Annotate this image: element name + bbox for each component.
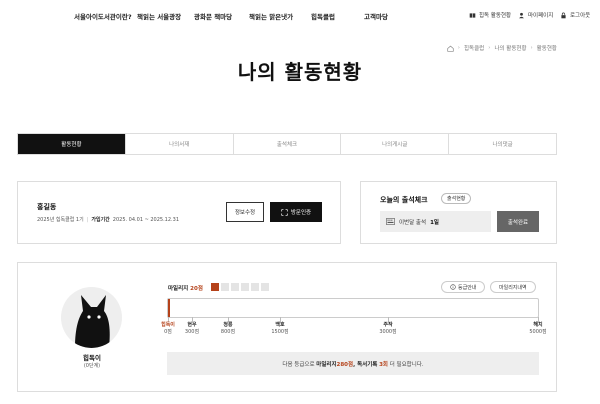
- grade-info-label: 등급안내: [458, 284, 477, 291]
- book-icon: [469, 12, 476, 18]
- stage-name: 현우: [187, 322, 197, 328]
- note-mileage-value: 280점: [336, 361, 354, 368]
- attendance-title: 오늘의 출석체크: [380, 196, 428, 204]
- info-icon: [450, 284, 456, 290]
- breadcrumb: › 힙독클럽 › 나의 활동현황 › 활동현황: [447, 44, 557, 52]
- stage-label: 청룡 800점: [208, 322, 248, 336]
- avatar: [61, 287, 122, 348]
- nav-menu-customer[interactable]: 고객마당: [364, 11, 388, 21]
- stage-name: 청룡: [223, 322, 233, 328]
- mileage-block: [251, 283, 259, 291]
- note-suffix: 더 필요합니다.: [389, 361, 424, 368]
- util-logout-link[interactable]: 로그아웃: [560, 11, 590, 19]
- stage-name: 주작: [383, 322, 393, 328]
- visit-verify-label: 방문인증: [290, 210, 312, 216]
- visit-verify-button[interactable]: 방문인증: [270, 202, 322, 222]
- note-prefix: 다음 등급으로: [282, 361, 315, 368]
- stage-label: 백호 1500점: [260, 322, 300, 336]
- breadcrumb-item[interactable]: 활동현황: [537, 44, 557, 52]
- nav-menu-hipdok[interactable]: 힙독클럽: [311, 11, 335, 21]
- stage-points: 1500점: [271, 329, 289, 335]
- stage-label: 해치 5000점: [518, 322, 558, 336]
- keyboard-icon: [386, 218, 395, 225]
- breadcrumb-separator-icon: ›: [530, 45, 533, 51]
- level-stage: (0단계): [83, 363, 101, 369]
- level-progress-fill: [168, 299, 171, 317]
- nav-menu-about[interactable]: 서울아이도서관이란?: [74, 11, 132, 21]
- stage-label: 주작 3000점: [368, 322, 408, 336]
- divider: |: [86, 216, 89, 223]
- profile-card: 홍길동 2025년 힙독클럽 1기 | 가입기간 2025. 04.01 ~ 2…: [17, 181, 341, 244]
- nav-menu-gwanghwamun[interactable]: 광화문 책마당: [194, 11, 232, 21]
- edit-info-button[interactable]: 정보수정: [226, 202, 264, 222]
- profile-period-label: 가입기간: [91, 217, 110, 223]
- stage-points: 800점: [220, 329, 236, 335]
- nav-menu-seoul-plaza[interactable]: 책읽는 서울광장: [137, 11, 181, 21]
- level-name: 힙독이: [83, 354, 101, 362]
- home-icon[interactable]: [447, 45, 454, 52]
- mileage-block: [221, 283, 229, 291]
- attendance-count-value: 1일: [430, 219, 439, 226]
- breadcrumb-item[interactable]: 나의 활동현황: [494, 44, 526, 52]
- mileage-history-button[interactable]: 마일리지내역: [490, 281, 536, 293]
- util-logout-label: 로그아웃: [570, 13, 591, 19]
- util-hipdok-link[interactable]: 힙독 활동현황: [469, 11, 511, 19]
- mileage-summary: 마일리지 20점: [168, 284, 203, 292]
- attendance-card: 오늘의 출석체크 출석현황 이번달 출석 1일 출석완료: [360, 181, 557, 244]
- top-navigation: 서울아이도서관이란? 책읽는 서울광장 광화문 책마당 책읽는 맑은냇가 힙독클…: [0, 0, 600, 32]
- lock-icon: [561, 12, 566, 18]
- util-mypage-link[interactable]: 마이페이지: [518, 11, 553, 19]
- mileage-block: [261, 283, 269, 291]
- mileage-blocks: [211, 283, 269, 291]
- mileage-block: [231, 283, 239, 291]
- next-level-note: 다음 등급으로 마일리지 280점 , 독서기록 3회 더 필요합니다.: [167, 352, 539, 375]
- profile-meta: 2025년 힙독클럽 1기 | 가입기간 2025. 04.01 ~ 2025.…: [37, 216, 179, 224]
- scan-icon: [281, 208, 288, 216]
- stage-name: 백호: [275, 322, 285, 328]
- breadcrumb-separator-icon: ›: [488, 45, 491, 51]
- note-read-label: , 독서기록: [353, 361, 378, 368]
- tab-attendance[interactable]: 출석체크: [234, 134, 342, 154]
- profile-name: 홍길동: [37, 203, 57, 211]
- attendance-count: 이번달 출석 1일: [380, 211, 491, 232]
- level-progress-bar: [167, 298, 539, 318]
- stage-points: 300점: [184, 329, 200, 335]
- attendance-status-button[interactable]: 출석현황: [441, 193, 472, 204]
- stage-points: 3000점: [379, 329, 397, 335]
- mileage-block: [241, 283, 249, 291]
- mileage-label: 마일리지: [168, 286, 189, 292]
- attendance-count-label: 이번달 출석: [399, 219, 427, 226]
- attendance-complete-button[interactable]: 출석완료: [497, 211, 539, 232]
- note-read-value: 3회: [379, 361, 388, 368]
- fox-character-icon: [75, 295, 110, 348]
- grade-info-button[interactable]: 등급안내: [441, 281, 486, 293]
- breadcrumb-item[interactable]: 힙독클럽: [464, 44, 484, 52]
- stage-points: 5000점: [529, 329, 547, 335]
- note-mileage-label: 마일리지: [316, 361, 337, 368]
- stage-label: 현우 300점: [172, 322, 212, 336]
- tab-bar: 활동현황 나의서재 출석체크 나의게시글 나의댓글: [17, 133, 557, 155]
- level-card: 힙독이 (0단계) 마일리지 20점 등급안내 마일리지내역 힙독이 0점 현우 30…: [17, 262, 557, 392]
- stage-name: 해치: [533, 322, 543, 328]
- tab-library[interactable]: 나의서재: [126, 134, 234, 154]
- tab-posts[interactable]: 나의게시글: [341, 134, 450, 154]
- profile-member: 2025년 힙독클럽 1기: [37, 217, 84, 223]
- mileage-block: [211, 283, 219, 291]
- page-title: 나의 활동현황: [237, 60, 363, 84]
- tab-comments[interactable]: 나의댓글: [449, 134, 556, 154]
- util-mypage-label: 마이페이지: [528, 13, 554, 19]
- profile-period: 2025. 04.01 ~ 2025.12.31: [112, 216, 179, 223]
- tab-activity[interactable]: 활동현황: [18, 134, 126, 154]
- breadcrumb-separator-icon: ›: [457, 45, 460, 51]
- user-icon: [519, 12, 524, 18]
- util-hipdok-label: 힙독 활동현황: [479, 13, 512, 19]
- mileage-value: 20점: [190, 286, 203, 292]
- nav-menu-stream[interactable]: 책읽는 맑은냇가: [249, 11, 293, 21]
